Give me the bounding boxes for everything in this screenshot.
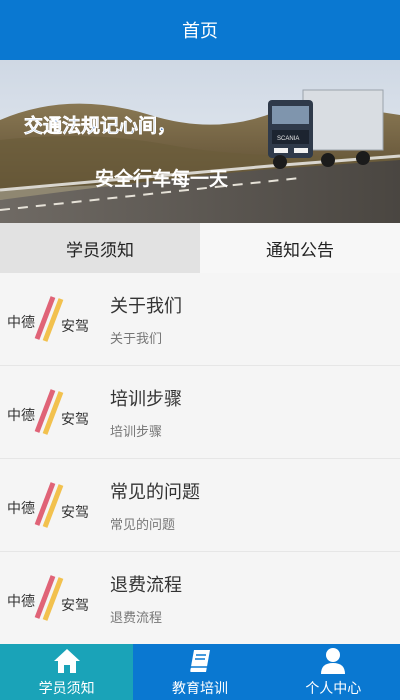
nav-education-training-label: 教育培训 [171,681,228,697]
svg-text:安驾: 安驾 [61,412,89,428]
nav-personal-center[interactable]: 个人中心 [266,644,400,700]
nav-student-notice-label: 学员须知 [38,681,95,697]
item-title: 关于我们 [110,295,182,317]
item-title: 培训步骤 [110,388,182,410]
item-subtitle: 关于我们 [110,331,163,347]
top-app-bar: 首页 [0,0,400,60]
banner-slogan-line2: 安全行车每一天 [95,167,229,190]
school-logo: 中德 安驾 [0,552,100,644]
tab-student-notice-label: 学员须知 [66,240,134,261]
svg-text:中德: 中德 [7,408,35,424]
item-subtitle: 常见的问题 [110,517,176,533]
nav-personal-center-label: 个人中心 [305,681,362,697]
nav-student-notice[interactable]: 学员须知 [0,644,134,700]
svg-text:安驾: 安驾 [61,505,89,521]
book-icon [188,650,210,673]
list-item[interactable]: 中德 安驾 关于我们 关于我们 [0,273,400,366]
tab-announcements-label: 通知公告 [266,240,334,261]
tab-bar: 学员须知 通知公告 [0,223,400,273]
svg-text:安驾: 安驾 [61,598,89,614]
page-title: 首页 [182,21,218,42]
banner-image: SCANIA 交通法规记心间， 安全行车每一天 [0,60,400,223]
tab-announcements[interactable]: 通知公告 [200,223,400,273]
notice-list: 中德 安驾 关于我们 关于我们 中德 安驾 培训步骤 培训步骤 中德 安驾 常见… [0,273,400,644]
item-title: 退费流程 [110,574,182,596]
svg-text:安驾: 安驾 [61,319,89,335]
svg-text:中德: 中德 [7,594,35,610]
promo-banner[interactable]: SCANIA 交通法规记心间， 安全行车每一天 [0,60,400,223]
list-item[interactable]: 中德 安驾 退费流程 退费流程 [0,552,400,644]
list-item[interactable]: 中德 安驾 培训步骤 培训步骤 [0,366,400,459]
svg-text:中德: 中德 [7,315,35,331]
list-item[interactable]: 中德 安驾 常见的问题 常见的问题 [0,459,400,552]
item-subtitle: 培训步骤 [110,424,163,440]
item-subtitle: 退费流程 [110,610,163,626]
bottom-navigation: 学员须知 教育培训 个人中心 [0,644,400,700]
banner-slogan-line1: 交通法规记心间， [24,114,176,137]
tab-student-notice[interactable]: 学员须知 [0,223,200,273]
svg-text:中德: 中德 [7,501,35,517]
item-title: 常见的问题 [110,481,200,503]
svg-text:SCANIA: SCANIA [277,136,299,142]
nav-education-training[interactable]: 教育培训 [133,644,267,700]
school-logo: 中德 安驾 [0,366,100,458]
school-logo: 中德 安驾 [0,459,100,551]
home-icon [53,649,80,673]
school-logo: 中德 安驾 [0,273,100,365]
user-icon [321,648,346,674]
